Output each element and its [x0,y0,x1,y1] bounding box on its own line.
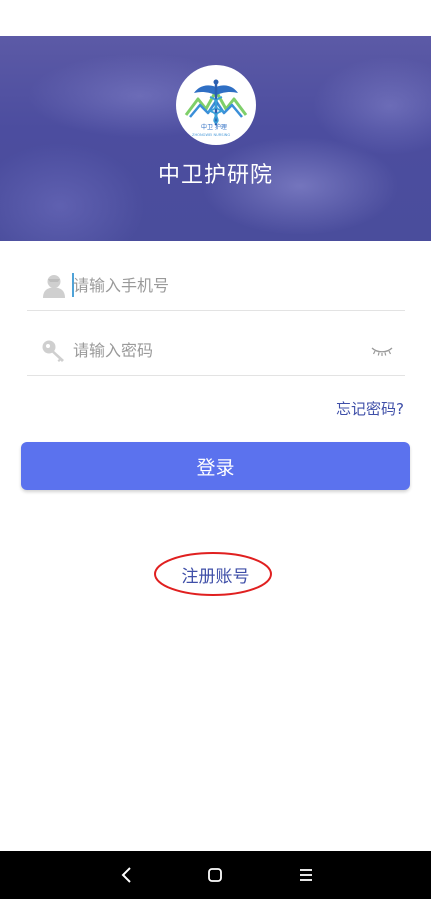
navigation-bar [0,851,431,899]
login-button[interactable]: 登录 [21,442,410,490]
user-icon [43,275,65,298]
back-icon[interactable] [115,863,139,887]
home-icon[interactable] [203,863,227,887]
phone-field[interactable] [27,261,405,311]
logo-text-cn: 中卫 护理 [201,123,227,131]
phone-input[interactable] [73,270,363,300]
login-screen: 中卫 护理 ZHONGWEI NURSING 中卫护研院 请输入手机号 忘记密码… [0,0,431,899]
status-bar [0,0,431,36]
forgot-password-link[interactable]: 忘记密码? [336,398,404,419]
eye-closed-icon[interactable] [370,343,394,359]
menu-icon[interactable] [294,863,318,887]
key-icon [42,340,64,362]
caduceus-logo-icon: 中卫 护理 ZHONGWEI NURSING [184,79,248,137]
app-title: 中卫护研院 [157,163,273,188]
app-logo: 中卫 护理 ZHONGWEI NURSING [176,65,256,145]
header-banner: 中卫 护理 ZHONGWEI NURSING 中卫护研院 [0,36,431,241]
password-input[interactable] [73,335,363,365]
logo-text-en: ZHONGWEI NURSING [192,133,230,137]
password-field[interactable] [27,326,405,376]
annotation-circle [154,552,272,596]
